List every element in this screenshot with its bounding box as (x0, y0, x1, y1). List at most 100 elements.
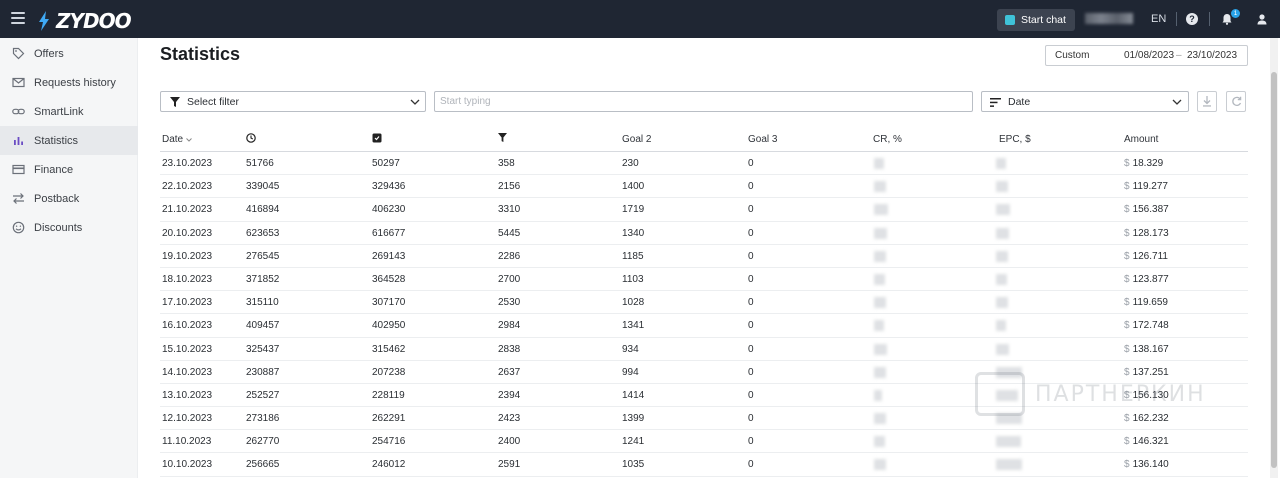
cell-goal3: 0 (748, 413, 754, 425)
cell-cr-redacted (874, 436, 885, 448)
cell-goal2: 1399 (622, 413, 645, 425)
table-row[interactable]: 15.10.2023 325437 315462 2838 934 0 $138.167 (160, 338, 1248, 361)
cell-c1: 325437 (246, 343, 280, 355)
column-header-goal1[interactable] (498, 133, 507, 142)
download-icon (1203, 96, 1211, 107)
start-chat-button[interactable]: Start chat (997, 9, 1075, 31)
table-row[interactable]: 19.10.2023 276545 269143 2286 1185 0 $126.711 (160, 245, 1248, 268)
start-chat-label: Start chat (1021, 14, 1066, 26)
currency-symbol: $ (1124, 343, 1130, 355)
column-header-clicks[interactable] (246, 133, 256, 143)
help-icon[interactable]: ? (1186, 13, 1198, 25)
table-row[interactable]: 12.10.2023 273186 262291 2423 1399 0 $162.232 (160, 407, 1248, 431)
table-row[interactable]: 18.10.2023 371852 364528 2700 1103 0 $123.877 (160, 268, 1248, 292)
sidebar-item-label: Offers (34, 47, 64, 60)
sort-select-label: Date (1008, 96, 1031, 108)
amount-value: 162.232 (1132, 413, 1169, 425)
cell-date: 12.10.2023 (162, 413, 213, 425)
cell-goal2: 994 (622, 366, 639, 378)
scrollbar-thumb[interactable] (1271, 72, 1277, 468)
menu-icon[interactable] (11, 12, 25, 24)
search-input[interactable] (434, 91, 973, 112)
column-header-unique[interactable] (372, 133, 382, 143)
statistics-table: Date Goal 2 Goal 3 CR, % EPC, $ Amount 2… (160, 128, 1248, 477)
cell-goal3: 0 (748, 227, 754, 239)
column-header-goal2[interactable]: Goal 2 (622, 134, 651, 145)
sidebar-item-smartlink[interactable]: SmartLink (0, 97, 138, 126)
cell-amount: $119.277 (1124, 181, 1168, 192)
cell-cr-redacted (874, 181, 886, 193)
cell-c2: 364528 (372, 273, 406, 285)
cell-c3: 2156 (498, 181, 521, 193)
table-row[interactable]: 20.10.2023 623653 616677 5445 1340 0 $128.173 (160, 222, 1248, 245)
date-range-separator: – (1176, 50, 1182, 61)
table-row[interactable]: 16.10.2023 409457 402950 2984 1341 0 $172.748 (160, 314, 1248, 338)
refresh-button[interactable] (1226, 91, 1246, 112)
amount-value: 136.140 (1132, 459, 1169, 471)
sidebar-item-offers[interactable]: Offers (0, 39, 138, 68)
sidebar-item-requests-history[interactable]: Requests history (0, 68, 138, 97)
currency-symbol: $ (1124, 459, 1130, 471)
cell-c3: 5445 (498, 227, 521, 239)
sort-icon (990, 98, 1001, 107)
column-header-amount[interactable]: Amount (1124, 134, 1158, 145)
sidebar-item-discounts[interactable]: Discounts (0, 213, 138, 242)
table-row[interactable]: 22.10.2023 339045 329436 2156 1400 0 $119.277 (160, 175, 1248, 199)
cell-c1: 252527 (246, 389, 280, 401)
cell-c3: 2591 (498, 459, 521, 471)
badge-icon (372, 133, 382, 143)
amount-value: 138.167 (1132, 343, 1169, 355)
sidebar-item-finance[interactable]: Finance (0, 155, 138, 184)
amount-value: 172.748 (1132, 320, 1169, 332)
cell-c3: 358 (498, 158, 515, 169)
cell-c1: 409457 (246, 320, 280, 332)
filter-select[interactable]: Select filter (160, 91, 426, 112)
cell-goal3: 0 (748, 250, 754, 262)
table-row[interactable]: 14.10.2023 230887 207238 2637 994 0 $137.251 (160, 361, 1248, 384)
sidebar-item-label: Discounts (34, 221, 83, 234)
cell-amount: $136.140 (1124, 459, 1169, 470)
cell-goal3: 0 (748, 389, 754, 401)
cell-amount: $137.251 (1124, 367, 1169, 378)
table-row[interactable]: 17.10.2023 315110 307170 2530 1028 0 $119.659 (160, 291, 1248, 315)
cell-date: 17.10.2023 (162, 297, 213, 309)
brand-logo[interactable]: ZYDOO (38, 9, 132, 33)
cell-cr-redacted (874, 366, 886, 378)
table-row[interactable]: 11.10.2023 262770 254716 2400 1241 0 $146.321 (160, 430, 1248, 454)
cell-epc-redacted (996, 297, 1008, 309)
cell-c3: 2400 (498, 436, 521, 448)
date-range-picker[interactable]: Custom 01/08/2023 – 23/10/2023 (1045, 45, 1248, 66)
cell-c3: 2286 (498, 250, 521, 262)
table-header: Date Goal 2 Goal 3 CR, % EPC, $ Amount (160, 128, 1248, 152)
cell-amount: $156.130 (1124, 390, 1169, 401)
sidebar-item-postback[interactable]: Postback (0, 184, 138, 213)
table-row[interactable]: 10.10.2023 256665 246012 2591 1035 0 $136.140 (160, 453, 1248, 477)
cell-c2: 254716 (372, 436, 406, 448)
cell-goal2: 230 (622, 158, 639, 169)
column-header-epc[interactable]: EPC, $ (999, 134, 1031, 145)
column-header-date[interactable]: Date (162, 134, 192, 145)
cell-cr-redacted (874, 389, 882, 401)
currency-symbol: $ (1124, 297, 1130, 309)
currency-symbol: $ (1124, 436, 1130, 448)
table-row[interactable]: 21.10.2023 416894 406230 3310 1719 0 $156.387 (160, 198, 1248, 222)
cell-goal2: 1719 (622, 204, 645, 216)
cell-c3: 2423 (498, 413, 521, 425)
language-switch[interactable]: EN (1151, 13, 1166, 25)
column-header-cr[interactable]: CR, % (873, 134, 902, 145)
cell-epc-redacted (996, 459, 1022, 471)
cell-c2: 307170 (372, 297, 406, 309)
date-range-preset: Custom (1055, 50, 1090, 61)
cell-epc-redacted (996, 343, 1009, 355)
currency-symbol: $ (1124, 366, 1130, 378)
table-row[interactable]: 23.10.2023 51766 50297 358 230 0 $18.329 (160, 152, 1248, 176)
cell-cr-redacted (874, 297, 886, 309)
column-header-goal3[interactable]: Goal 3 (748, 134, 777, 145)
user-name-redacted (1085, 13, 1133, 24)
sidebar-item-statistics[interactable]: Statistics (0, 126, 138, 155)
sort-select[interactable]: Date (981, 91, 1189, 112)
table-row[interactable]: 13.10.2023 252527 228119 2394 1414 0 $156.130 (160, 384, 1248, 408)
user-icon[interactable] (1256, 13, 1268, 25)
download-button[interactable] (1197, 91, 1217, 112)
bar-chart-icon (14, 137, 23, 145)
